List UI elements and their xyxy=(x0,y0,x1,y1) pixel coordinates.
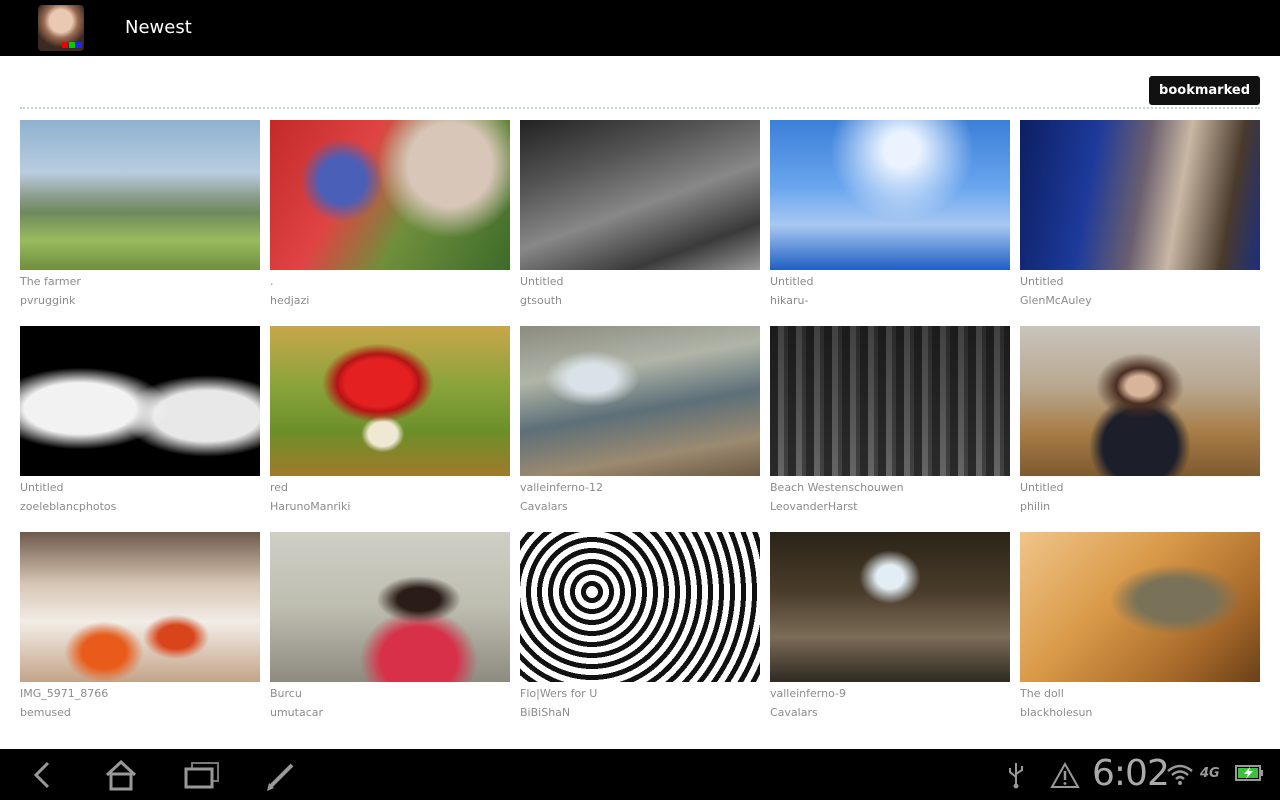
photo-title: The doll xyxy=(1020,687,1064,700)
photo-card[interactable]: IMG_5971_8766 bemused xyxy=(20,532,260,738)
photo-thumbnail[interactable] xyxy=(270,326,510,476)
photo-title: IMG_5971_8766 xyxy=(20,687,109,700)
photo-user[interactable]: bemused xyxy=(20,706,260,720)
photo-user[interactable]: Cavalars xyxy=(520,500,760,514)
photo-thumbnail[interactable] xyxy=(770,326,1010,476)
photo-title: Untitled xyxy=(1020,275,1064,288)
photo-card[interactable]: red HarunoManriki xyxy=(270,326,510,532)
photo-thumbnail[interactable] xyxy=(20,120,260,270)
photo-user[interactable]: HarunoManriki xyxy=(270,500,510,514)
photo-card[interactable]: Untitled philin xyxy=(1020,326,1260,532)
app-icon-blue-dot xyxy=(76,42,82,48)
wifi-icon xyxy=(1167,764,1193,785)
photo-title: Untitled xyxy=(20,481,64,494)
usb-icon xyxy=(1009,763,1023,789)
network-type: 4G xyxy=(1200,766,1220,781)
photo-thumbnail[interactable] xyxy=(20,532,260,682)
edit-icon[interactable] xyxy=(262,757,302,793)
photo-user[interactable]: pvruggink xyxy=(20,294,260,308)
photo-card[interactable]: Burcu umutacar xyxy=(270,532,510,738)
photo-card[interactable]: The farmer pvruggink xyxy=(20,120,260,326)
photo-user[interactable]: blackholesun xyxy=(1020,706,1260,720)
photo-thumbnail[interactable] xyxy=(270,532,510,682)
photo-title: Untitled xyxy=(770,275,814,288)
photo-user[interactable]: philin xyxy=(1020,500,1260,514)
app-icon-red-dot xyxy=(62,42,68,48)
photo-title: Untitled xyxy=(1020,481,1064,494)
battery-icon xyxy=(1235,765,1263,781)
photo-title: . xyxy=(270,275,274,288)
photo-card[interactable]: The doll blackholesun xyxy=(1020,532,1260,738)
photo-thumbnail[interactable] xyxy=(770,532,1010,682)
photo-card[interactable]: Untitled hikaru- xyxy=(770,120,1010,326)
photo-thumbnail[interactable] xyxy=(270,120,510,270)
action-bar: Newest xyxy=(0,0,1280,56)
home-icon[interactable] xyxy=(101,757,141,793)
photo-user[interactable]: gtsouth xyxy=(520,294,760,308)
photo-user[interactable]: hikaru- xyxy=(770,294,1010,308)
photo-user[interactable]: GlenMcAuley xyxy=(1020,294,1260,308)
photo-thumbnail[interactable] xyxy=(520,532,760,682)
photo-thumbnail[interactable] xyxy=(520,326,760,476)
photo-title: red xyxy=(270,481,289,494)
photo-card[interactable]: Untitled gtsouth xyxy=(520,120,760,326)
photo-user[interactable]: hedjazi xyxy=(270,294,510,308)
photo-thumbnail[interactable] xyxy=(520,120,760,270)
photo-user[interactable]: umutacar xyxy=(270,706,510,720)
photo-title: valleinferno-12 xyxy=(520,481,603,494)
photo-user[interactable]: LeovanderHarst xyxy=(770,500,1010,514)
back-icon[interactable] xyxy=(22,757,62,793)
page-title: Newest xyxy=(125,17,192,38)
photo-title: Flo|Wers for U xyxy=(520,687,598,700)
photo-title: The farmer xyxy=(20,275,81,288)
photo-thumbnail[interactable] xyxy=(1020,120,1260,270)
divider xyxy=(20,107,1260,109)
photo-card[interactable]: Untitled zoeleblancphotos xyxy=(20,326,260,532)
recent-apps-icon[interactable] xyxy=(182,757,222,793)
photo-card[interactable]: . hedjazi xyxy=(270,120,510,326)
photo-thumbnail[interactable] xyxy=(770,120,1010,270)
photo-title: Untitled xyxy=(520,275,564,288)
photo-card[interactable]: Beach Westenschouwen LeovanderHarst xyxy=(770,326,1010,532)
photo-card[interactable]: Untitled GlenMcAuley xyxy=(1020,120,1260,326)
photo-card[interactable]: valleinferno-12 Cavalars xyxy=(520,326,760,532)
app-icon-green-dot xyxy=(69,42,75,48)
photo-card[interactable]: Flo|Wers for U BiBiShaN xyxy=(520,532,760,738)
clock: 6:02 xyxy=(1092,753,1170,794)
photo-title: valleinferno-9 xyxy=(770,687,847,700)
bookmarked-button[interactable]: bookmarked xyxy=(1149,76,1260,105)
photo-user[interactable]: BiBiShaN xyxy=(520,706,760,720)
photo-thumbnail[interactable] xyxy=(1020,532,1260,682)
app-icon[interactable] xyxy=(38,5,84,51)
photo-title: Beach Westenschouwen xyxy=(770,481,904,494)
photo-user[interactable]: zoeleblancphotos xyxy=(20,500,260,514)
warning-icon xyxy=(1050,761,1080,788)
photo-thumbnail[interactable] xyxy=(20,326,260,476)
photo-user[interactable]: Cavalars xyxy=(770,706,1010,720)
photo-card[interactable]: valleinferno-9 Cavalars xyxy=(770,532,1010,738)
photo-content: bookmarked The farmer pvruggink . hedjaz… xyxy=(0,56,1280,749)
photo-thumbnail[interactable] xyxy=(1020,326,1260,476)
system-navigation-bar: 6:02 4G xyxy=(0,749,1280,800)
photo-title: Burcu xyxy=(270,687,302,700)
